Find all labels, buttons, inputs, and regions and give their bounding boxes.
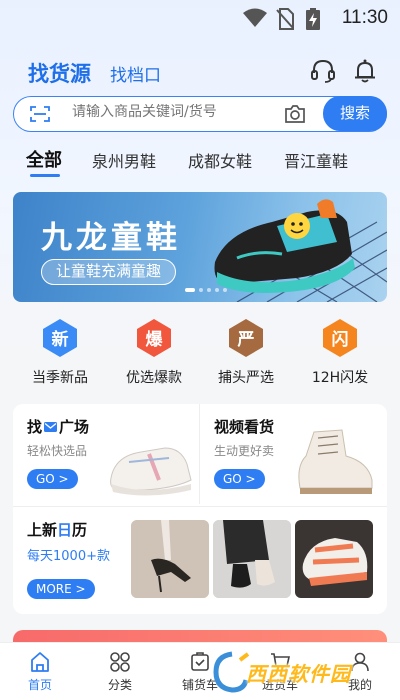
search-button[interactable]: 搜索: [323, 96, 387, 131]
find-square-go-button[interactable]: GO >: [27, 469, 78, 489]
nav-home[interactable]: 首页: [0, 651, 80, 693]
search-bar: 搜索: [13, 96, 387, 132]
category-tab-quanzhou-men[interactable]: 泉州男鞋: [92, 148, 156, 172]
quick-entry-new-season[interactable]: 新 当季新品: [10, 318, 110, 387]
tab-find-goods[interactable]: 找货源: [28, 58, 91, 88]
search-input[interactable]: [72, 104, 272, 120]
quick-entry-strict-selection[interactable]: 严 捕头严选: [196, 318, 296, 387]
category-tab-jinjiang-kids[interactable]: 晋江童鞋: [284, 148, 348, 172]
find-square-card[interactable]: 找广场 轻松快选品 GO >: [13, 404, 199, 504]
video-go-button[interactable]: GO >: [214, 469, 265, 489]
carousel-dots: [185, 277, 231, 296]
video-subtitle: 生动更好卖: [214, 444, 275, 458]
bell-icon[interactable]: [352, 58, 378, 84]
quick-entries: 新 当季新品 爆 优选爆款 严 捕头严选 闪 12H闪发: [0, 318, 400, 398]
battery-charging-icon: [306, 8, 320, 30]
video-title: 视频看货: [214, 418, 275, 436]
status-bar: 11:30: [0, 0, 400, 36]
product-photo-sneakers[interactable]: [295, 520, 373, 598]
tab-find-stall[interactable]: 找档口: [110, 61, 161, 86]
quick-entry-12h-flash[interactable]: 闪 12H闪发: [290, 318, 390, 387]
banner-subtitle: 让童鞋充满童趣: [41, 259, 177, 285]
watermark-logo-icon: [213, 651, 250, 693]
mail-icon: [44, 422, 58, 432]
new-calendar-more-button[interactable]: MORE >: [27, 579, 95, 599]
high-top-shoe-image: [298, 429, 373, 494]
sneaker-white-image: [110, 447, 192, 496]
product-photo-ankle-boots[interactable]: [213, 520, 291, 598]
quick-entry-hot-picks[interactable]: 爆 优选爆款: [104, 318, 204, 387]
camera-icon[interactable]: [284, 104, 306, 124]
new-calendar-card[interactable]: 上新日历 每天1000+款 MORE >: [13, 507, 131, 614]
category-tab-all[interactable]: 全部: [26, 146, 62, 172]
new-calendar-subtitle: 每天1000+款: [27, 549, 110, 564]
site-watermark: 西西软件园: [210, 650, 380, 694]
find-square-subtitle: 轻松快选品: [27, 444, 88, 458]
active-tab-indicator: [30, 174, 60, 177]
no-sim-icon: [276, 8, 294, 30]
home-icon: [31, 652, 49, 672]
promo-banner[interactable]: 九龙童鞋 让童鞋充满童趣: [13, 192, 387, 302]
status-time: 11:30: [341, 7, 388, 28]
nav-categories[interactable]: 分类: [80, 651, 160, 693]
grid-icon: [110, 652, 130, 672]
cart-icon: [191, 652, 209, 671]
category-tabs: 全部 泉州男鞋 成都女鞋 晋江童鞋: [26, 146, 390, 178]
new-calendar-title: 上新日历: [27, 521, 88, 539]
header: 找货源 找档口: [28, 56, 380, 92]
wifi-icon: [243, 8, 267, 27]
video-card[interactable]: 视频看货 生动更好卖 GO >: [200, 404, 387, 504]
scan-icon[interactable]: [30, 105, 50, 123]
feature-card: 找广场 轻松快选品 GO > 视频看货 生动更好卖 GO > 上新日历 每天10…: [13, 404, 387, 614]
banner-title: 九龙童鞋: [41, 220, 181, 256]
product-photo-heels[interactable]: [131, 520, 209, 598]
category-tab-chengdu-women[interactable]: 成都女鞋: [188, 148, 252, 172]
find-square-title: 找广场: [27, 418, 90, 436]
headset-icon[interactable]: [310, 58, 336, 84]
